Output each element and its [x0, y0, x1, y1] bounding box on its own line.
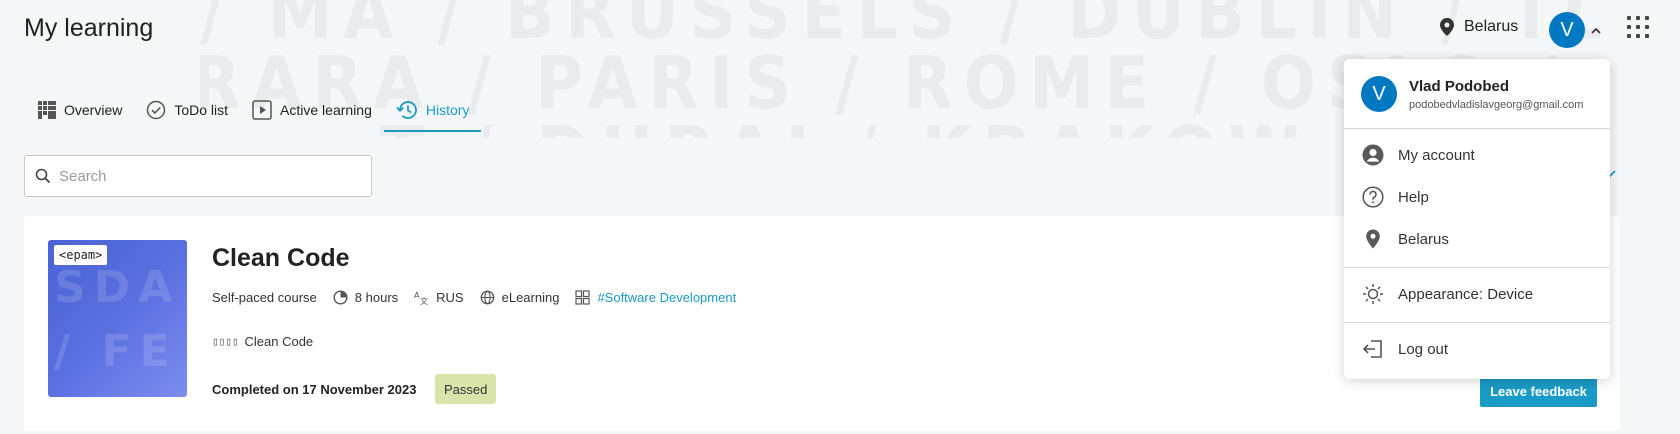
tab-label: Overview — [64, 102, 123, 118]
user-menu-button[interactable]: V — [1549, 12, 1601, 48]
avatar: V — [1361, 76, 1397, 112]
search-input[interactable] — [59, 167, 359, 185]
thumbnail-watermark: SDA / FE — [54, 256, 180, 384]
logout-icon — [1362, 340, 1382, 358]
menu-item-my-account[interactable]: My account — [1362, 143, 1475, 167]
tab-label: Active learning — [280, 102, 372, 118]
location-pin-icon — [1440, 18, 1454, 36]
course-thumbnail[interactable]: SDA / FE <epam> — [48, 240, 187, 397]
category-icon — [575, 290, 591, 305]
search-box — [24, 155, 372, 197]
apps-grid-icon[interactable] — [1627, 16, 1649, 38]
page-title: My learning — [24, 14, 154, 42]
watermark-line: / MA / BRUSSELS / DUBLIN / TORONTO — [200, 0, 1600, 49]
leave-feedback-button[interactable]: Leave feedback — [1480, 375, 1597, 407]
tab-label: History — [425, 102, 470, 118]
menu-divider — [1344, 322, 1610, 323]
tab-todo-list[interactable]: ToDo list — [134, 88, 240, 132]
menu-item-label: Belarus — [1398, 230, 1449, 248]
thumbnail-watermark-line: SDA — [54, 262, 181, 313]
search-icon — [35, 168, 51, 184]
language-label: RUS — [436, 290, 464, 305]
country-selector[interactable]: Belarus — [1440, 18, 1518, 36]
tab-active-learning[interactable]: Active learning — [240, 88, 384, 132]
course-provider: ▯▯▯▯ Clean Code — [212, 334, 313, 349]
course-tag: #Software Development — [575, 290, 736, 305]
provider-glyphs: ▯▯▯▯ — [212, 335, 239, 348]
status-badge: Passed — [435, 374, 497, 404]
grid-icon — [38, 101, 56, 119]
menu-item-log-out[interactable]: Log out — [1362, 337, 1448, 361]
menu-item-help[interactable]: Help — [1362, 185, 1429, 209]
user-email: podobedvladislavgeorg@gmail.com — [1409, 98, 1584, 111]
user-dropdown-menu: V Vlad Podobed podobedvladislavgeorg@gma… — [1344, 59, 1610, 379]
tab-label: ToDo list — [174, 102, 229, 118]
course-duration: 8 hours — [333, 290, 398, 305]
menu-item-label: Help — [1398, 188, 1429, 206]
globe-icon — [480, 290, 494, 305]
menu-user-info: V Vlad Podobed podobedvladislavgeorg@gma… — [1361, 76, 1583, 112]
course-language: A文 RUS — [414, 290, 463, 305]
play-icon — [252, 100, 272, 120]
course-title[interactable]: Clean Code — [212, 244, 350, 273]
user-circle-icon — [1362, 144, 1384, 166]
check-circle-icon — [147, 100, 166, 120]
avatar: V — [1549, 12, 1585, 48]
course-type: Self-paced course — [212, 290, 317, 305]
menu-item-label: My account — [1398, 146, 1475, 164]
course-type-label: Self-paced course — [212, 290, 317, 305]
thumbnail-watermark-line: / FE — [54, 326, 178, 377]
epam-logo: <epam> — [54, 245, 108, 265]
location-pin-icon — [1366, 229, 1380, 249]
user-name: Vlad Podobed — [1409, 77, 1510, 95]
provider-label: Clean Code — [244, 334, 314, 349]
menu-item-appearance[interactable]: Appearance: Device — [1362, 282, 1533, 306]
tab-bar: Overview ToDo list Active learning Histo… — [26, 88, 482, 132]
svg-text:文: 文 — [420, 296, 428, 305]
format-label: eLearning — [501, 290, 560, 305]
menu-divider — [1344, 267, 1610, 268]
menu-item-label: Log out — [1398, 340, 1449, 358]
menu-item-country[interactable]: Belarus — [1362, 227, 1449, 251]
menu-item-label: Appearance: Device — [1398, 285, 1534, 303]
history-icon — [396, 101, 417, 119]
completion-date: Completed on 17 November 2023 — [212, 382, 417, 397]
tag-link[interactable]: #Software Development — [597, 290, 736, 305]
duration-label: 8 hours — [354, 290, 399, 305]
menu-divider — [1344, 128, 1610, 129]
course-format: eLearning — [480, 290, 560, 305]
chevron-up-icon — [1591, 27, 1601, 34]
tab-overview[interactable]: Overview — [26, 88, 134, 132]
course-meta: Self-paced course 8 hours A文 RUS eLearni… — [212, 290, 752, 305]
help-icon — [1362, 186, 1384, 208]
watermark-line: T / DUBAI / KRAKOW / TO — [380, 117, 1522, 138]
clock-icon — [333, 290, 348, 305]
language-icon: A文 — [414, 291, 428, 305]
tab-history[interactable]: History — [383, 88, 482, 132]
country-label: Belarus — [1464, 18, 1519, 35]
sun-icon — [1363, 284, 1383, 304]
